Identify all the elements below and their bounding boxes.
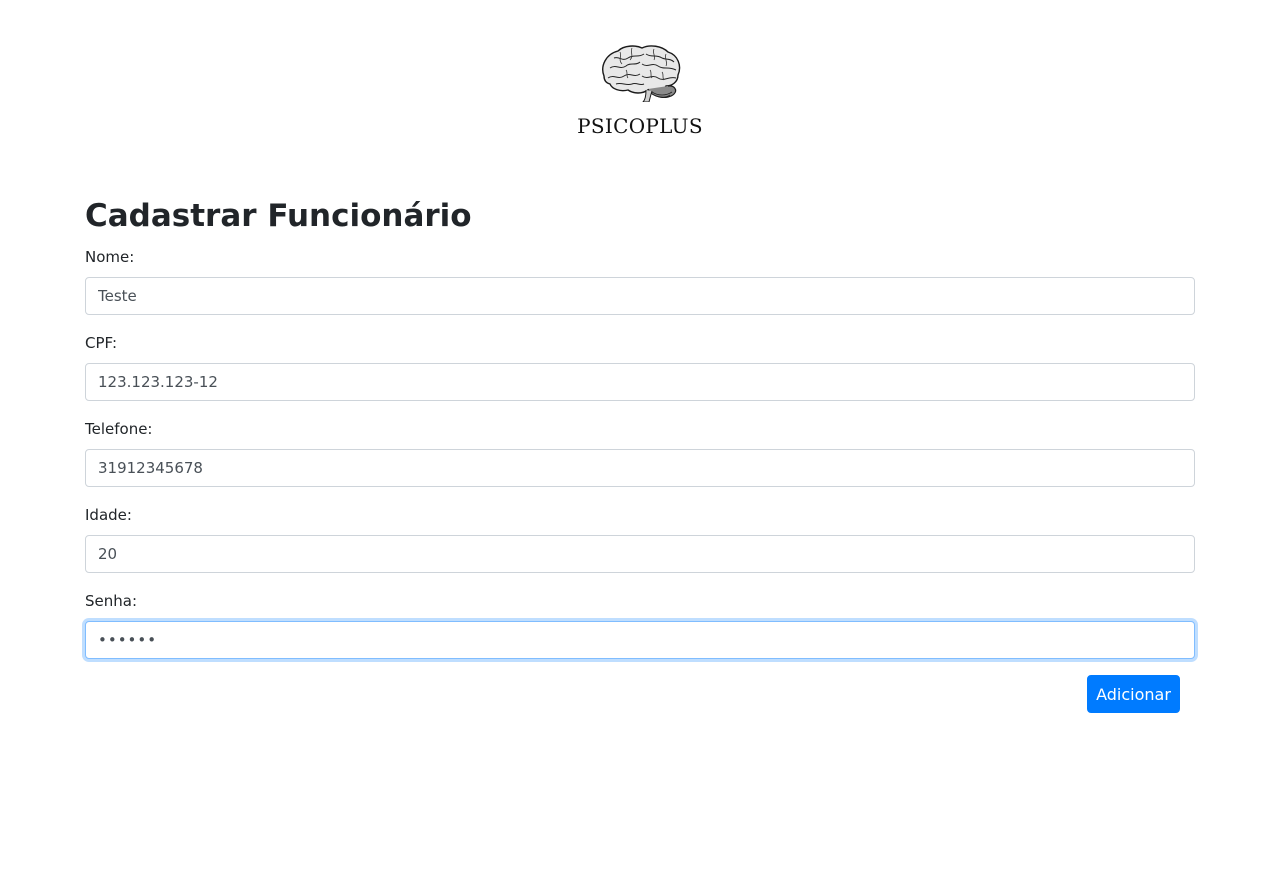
nome-label: Nome:	[85, 248, 135, 266]
page-title: Cadastrar Funcionário	[85, 198, 472, 234]
telefone-label: Telefone:	[85, 420, 153, 438]
cpf-input[interactable]	[85, 363, 1195, 401]
senha-input[interactable]	[85, 621, 1195, 659]
adicionar-button[interactable]: Adicionar	[1087, 675, 1180, 713]
idade-label: Idade:	[85, 506, 132, 524]
cpf-label: CPF:	[85, 334, 118, 352]
brand-header: PSICOPLUS	[0, 0, 1277, 160]
nome-input[interactable]	[85, 277, 1195, 315]
senha-label: Senha:	[85, 592, 138, 610]
idade-input[interactable]	[85, 535, 1195, 573]
telefone-input[interactable]	[85, 449, 1195, 487]
brand-name: PSICOPLUS	[577, 114, 703, 138]
brain-icon	[602, 45, 681, 102]
